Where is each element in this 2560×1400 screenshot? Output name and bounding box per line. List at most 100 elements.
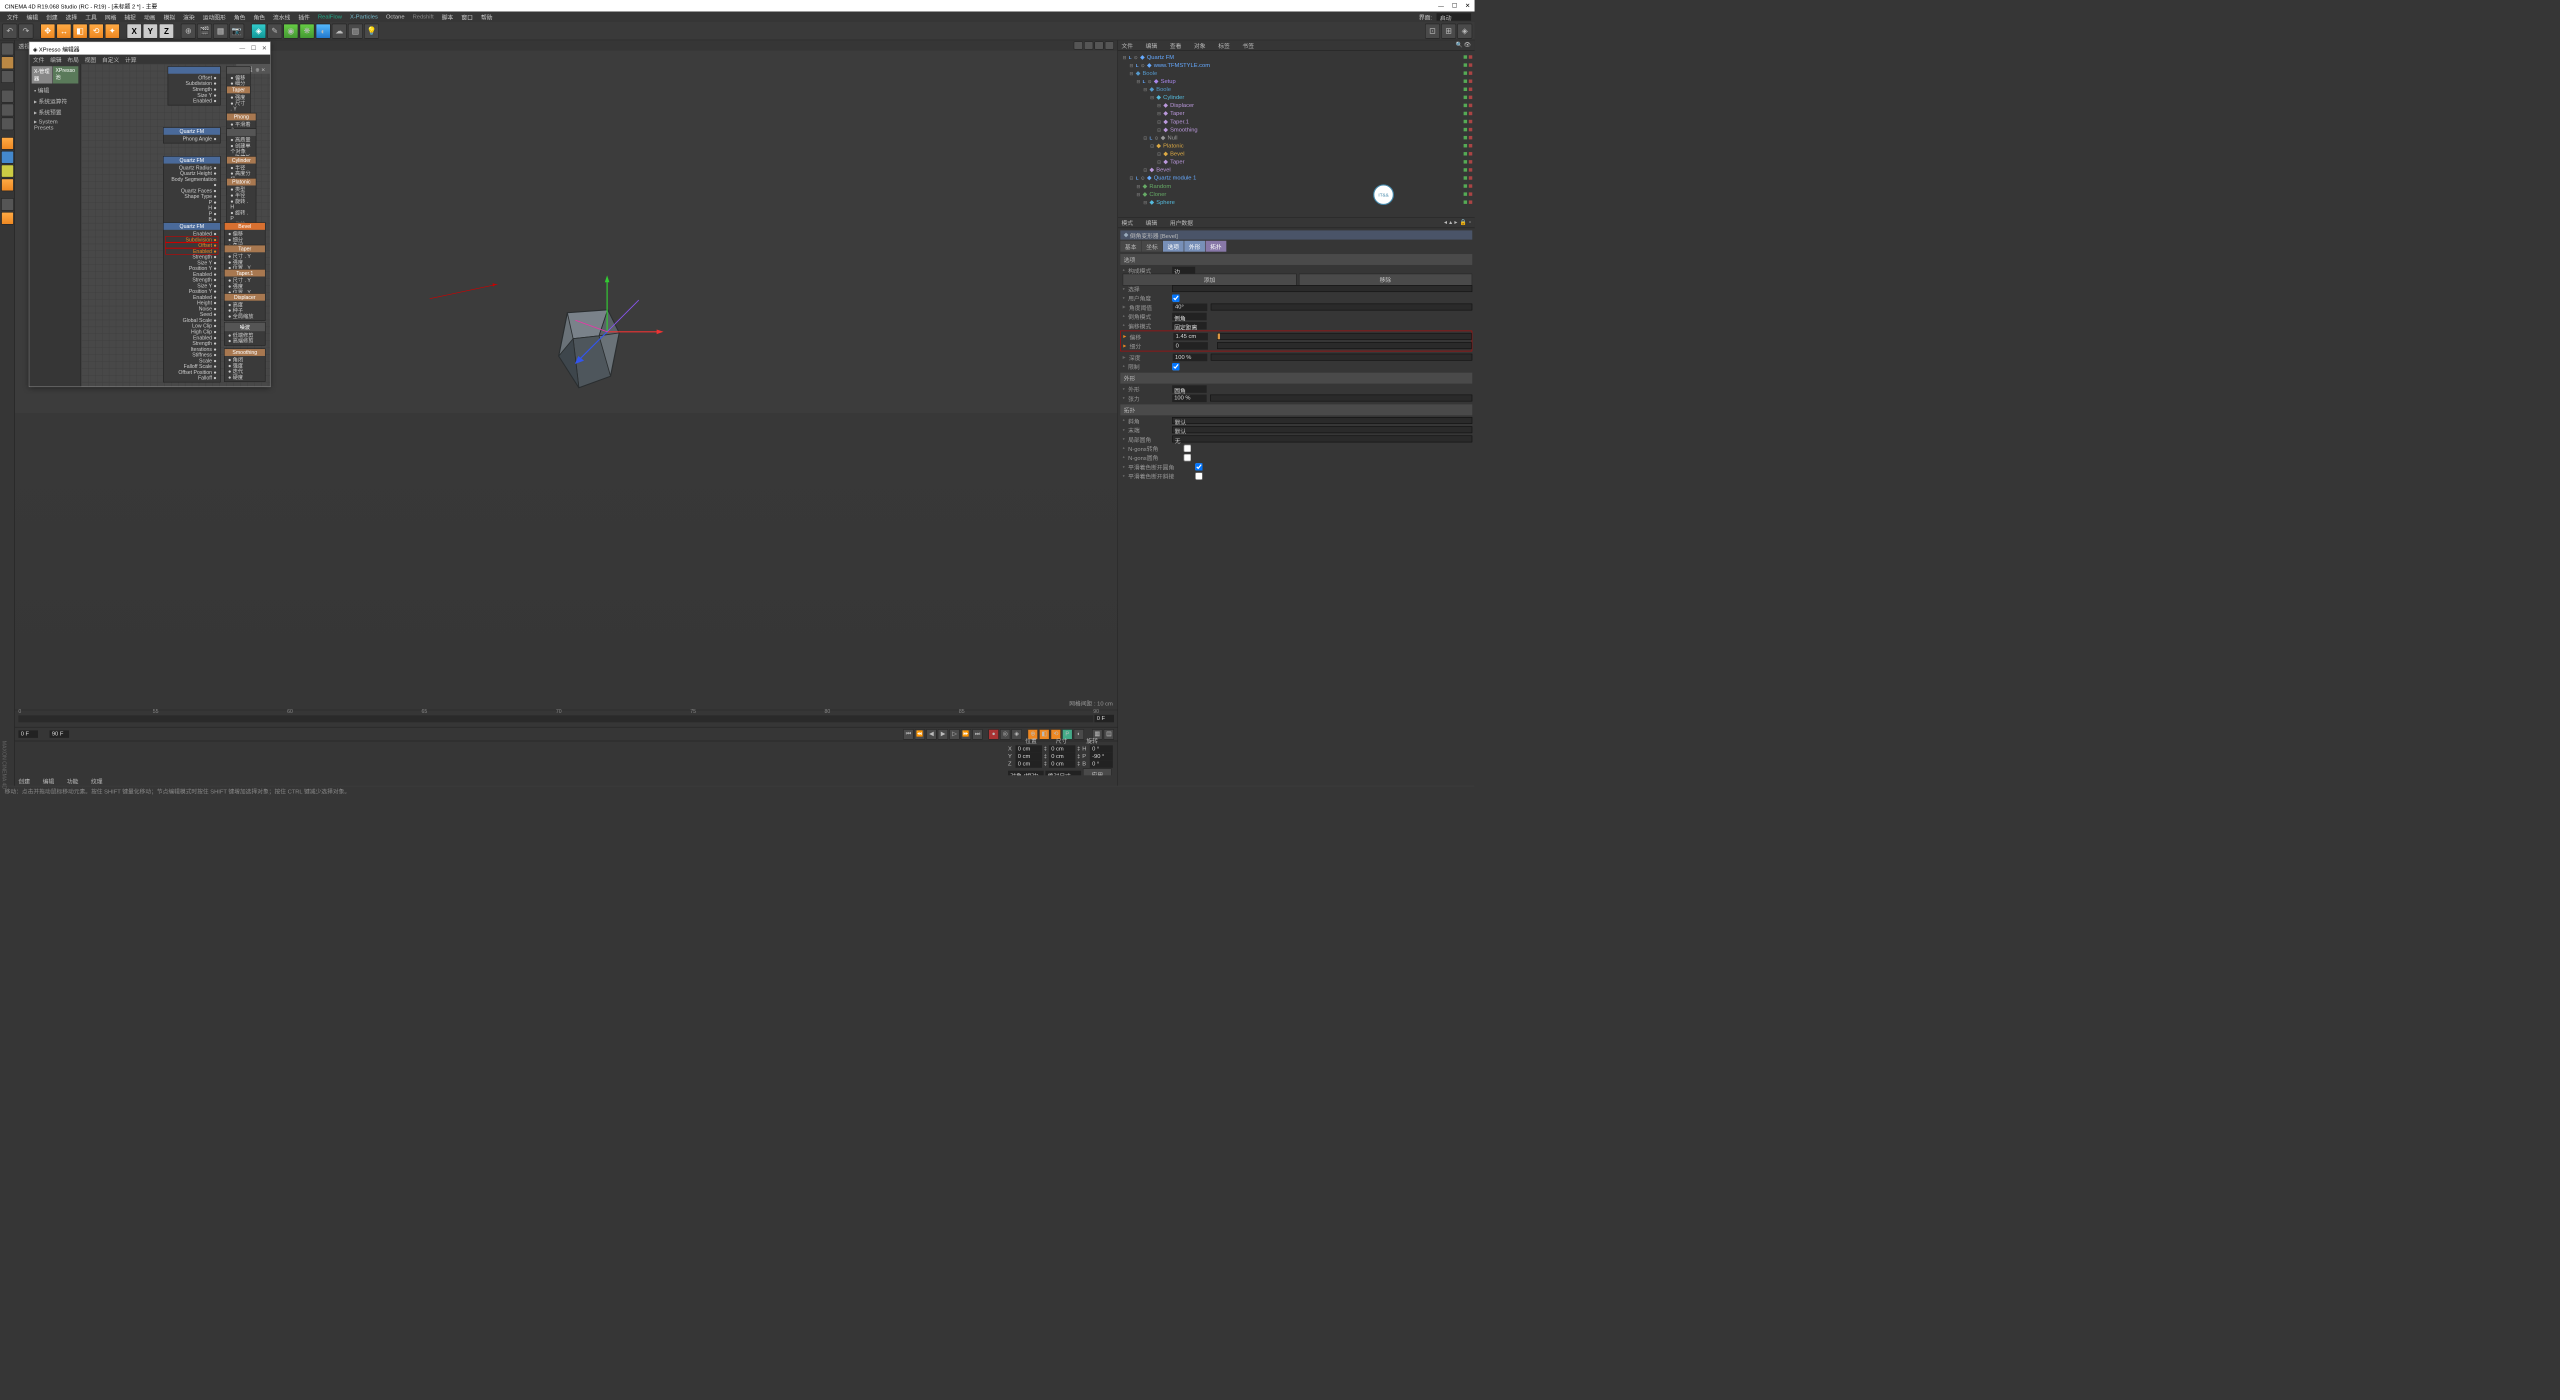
size-Z[interactable] — [1049, 760, 1075, 767]
undo-button[interactable]: ↶ — [2, 23, 17, 38]
pos-X[interactable] — [1015, 745, 1041, 752]
xp-minimize[interactable]: — — [239, 45, 245, 51]
angle-threshold-slider[interactable] — [1211, 304, 1472, 311]
hierarchy-item[interactable]: ⊟◆Cylinder — [1120, 93, 1472, 101]
shape-dropdown[interactable]: 圆角 — [1172, 385, 1207, 392]
menu-item[interactable]: RealFlow — [314, 14, 345, 20]
xpresso-node[interactable]: Quartz FMEnabled ●Subdivision ●Offset ●E… — [163, 222, 221, 382]
minimize-button[interactable]: — — [1438, 3, 1444, 9]
menu-item[interactable]: 捕捉 — [121, 12, 139, 21]
offset-slider[interactable] — [1217, 333, 1472, 340]
partial-rounding-dropdown[interactable]: 无 — [1172, 435, 1472, 442]
hierarchy-item[interactable]: ⊟L⊙◆Quartz FM — [1120, 53, 1472, 61]
limit-checkbox[interactable] — [1172, 363, 1179, 370]
hierarchy-item[interactable]: ⊟◆Random — [1120, 182, 1472, 190]
x-axis-toggle[interactable]: X — [127, 23, 142, 38]
xp-side-item[interactable]: ▪ 编辑 — [32, 85, 79, 96]
add-cube[interactable]: ◈ — [251, 23, 266, 38]
menu-item[interactable]: 网格 — [101, 12, 119, 21]
toolbar-icon[interactable]: ◈ — [1457, 23, 1472, 38]
depth-slider[interactable] — [1211, 354, 1472, 361]
tension-slider[interactable] — [1210, 395, 1472, 402]
menu-item[interactable]: 窗口 — [458, 12, 476, 21]
hierarchy-item[interactable]: ⊟◆Taper.1 — [1120, 118, 1472, 126]
rotate-tool[interactable]: ⟲ — [89, 23, 104, 38]
hierarchy-item[interactable]: ⊟◆Sphere — [1120, 198, 1472, 206]
material-menu-item[interactable]: 编辑 — [43, 776, 55, 785]
nav-back-icon[interactable]: ◂ — [1444, 219, 1447, 225]
nav-new-icon[interactable]: ▫ — [1469, 219, 1471, 225]
menu-item[interactable]: 文件 — [3, 12, 21, 21]
redo-button[interactable]: ↷ — [18, 23, 33, 38]
xp-menu-item[interactable]: 布局 — [67, 55, 79, 64]
xpresso-node[interactable]: Quartz FMQuartz Radius ●Quartz Height ●B… — [163, 156, 221, 224]
hierarchy-item[interactable]: ⊟◆Cloner — [1120, 190, 1472, 198]
menu-item[interactable]: 帮助 — [477, 12, 495, 21]
xpresso-node[interactable]: Smoothing● 角闭● 强度● 迭代● 硬度 — [224, 348, 265, 381]
point-mode[interactable] — [1, 90, 14, 103]
xp-side-tab-active[interactable]: XPresso 池 — [53, 66, 78, 83]
hierarchy-item[interactable]: ⊟◆Smoothing — [1120, 126, 1472, 134]
attr-tab[interactable]: 选项 — [1163, 241, 1184, 252]
workplane-mode[interactable] — [1, 70, 14, 83]
user-angle-checkbox[interactable] — [1172, 294, 1179, 301]
xp-maximize[interactable]: ☐ — [251, 45, 256, 51]
menu-item[interactable]: 插件 — [295, 12, 313, 21]
record[interactable]: ● — [988, 729, 998, 739]
subdivision-slider[interactable] — [1217, 342, 1472, 349]
attr-tab[interactable]: 拓扑 — [1206, 241, 1227, 252]
locked[interactable] — [1, 198, 14, 211]
add-generator[interactable]: ◉ — [283, 23, 298, 38]
attr-tab[interactable]: 坐标 — [1142, 241, 1163, 252]
xp-side-tab[interactable]: X-管理器 — [32, 66, 53, 83]
xp-side-item[interactable]: ▸ 系统运算符 — [32, 96, 79, 107]
hierarchy-item[interactable]: ⊟L⊙◆Null — [1120, 134, 1472, 142]
hierarchy-item[interactable]: ⊟◆Taper — [1120, 158, 1472, 166]
render-pv[interactable]: 📷 — [229, 23, 244, 38]
phong-break-rounding-checkbox[interactable] — [1195, 463, 1202, 470]
attr-tab[interactable]: 基本 — [1120, 241, 1141, 252]
move-tool[interactable]: ↔ — [56, 23, 71, 38]
ngon-round-checkbox[interactable] — [1183, 454, 1190, 461]
vp-nav-icon[interactable] — [1074, 41, 1083, 49]
depth-input[interactable]: 100 % — [1173, 353, 1208, 360]
close-button[interactable]: ✕ — [1465, 3, 1470, 9]
attr-menu-item[interactable]: 用户数据 — [1170, 218, 1193, 227]
menu-item[interactable]: 角色 — [250, 12, 268, 21]
enable-snap[interactable] — [1, 212, 14, 225]
menu-item[interactable]: 工具 — [82, 12, 100, 21]
goto-end[interactable]: ⏭ — [972, 729, 982, 739]
frame-current[interactable]: 0 F — [1094, 715, 1114, 722]
xp-side-item[interactable]: ▸ System Presets — [32, 118, 79, 133]
objmgr-menu-item[interactable]: 编辑 — [1146, 41, 1158, 50]
mitering-dropdown[interactable]: 默认 — [1172, 417, 1472, 424]
maximize-button[interactable]: ☐ — [1452, 3, 1457, 9]
hierarchy-item[interactable]: ⊟◆Displacer — [1120, 101, 1472, 109]
recent-tool[interactable]: ✦ — [105, 23, 120, 38]
layout-dropdown[interactable]: 启动 — [1437, 13, 1472, 20]
object-manager[interactable]: ⊟L⊙◆Quartz FM⊟L⊙◆www.TFMSTYLE.com⊟◆Boole… — [1118, 51, 1475, 218]
vp-nav-icon[interactable] — [1084, 41, 1093, 49]
frame-start[interactable]: 0 F — [18, 730, 38, 737]
attr-menu-item[interactable]: 编辑 — [1146, 218, 1158, 227]
add-spline[interactable]: ✎ — [267, 23, 282, 38]
add-deformer[interactable]: ◐ — [316, 23, 331, 38]
hierarchy-item[interactable]: ⊟L⊙◆Quartz module 1 — [1120, 174, 1472, 182]
next-key[interactable]: ⏩ — [961, 729, 971, 739]
nav-fwd-icon[interactable]: ▸ — [1454, 219, 1457, 225]
subdivision-input[interactable]: 0 — [1173, 342, 1208, 349]
xpresso-node[interactable]: 噪波● 低端修剪● 高端修剪 — [224, 322, 265, 346]
rot-P[interactable] — [1090, 753, 1113, 760]
menu-item[interactable]: Redshift — [409, 14, 437, 20]
attr-menu-item[interactable]: 模式 — [1121, 218, 1133, 227]
model-mode[interactable] — [1, 43, 14, 56]
edge-mode[interactable] — [1, 104, 14, 117]
xp-menu-item[interactable]: 视图 — [85, 55, 97, 64]
toolbar-icon[interactable]: ⊡ — [1425, 23, 1440, 38]
select-tool[interactable]: ✥ — [40, 23, 55, 38]
menu-item[interactable]: 流水线 — [270, 12, 294, 21]
xpresso-node[interactable]: Quartz FMPhong Angle ● — [163, 127, 221, 143]
material-menu-item[interactable]: 纹理 — [91, 776, 103, 785]
poly-mode[interactable] — [1, 118, 14, 131]
prev-frame[interactable]: ◀ — [926, 729, 936, 739]
